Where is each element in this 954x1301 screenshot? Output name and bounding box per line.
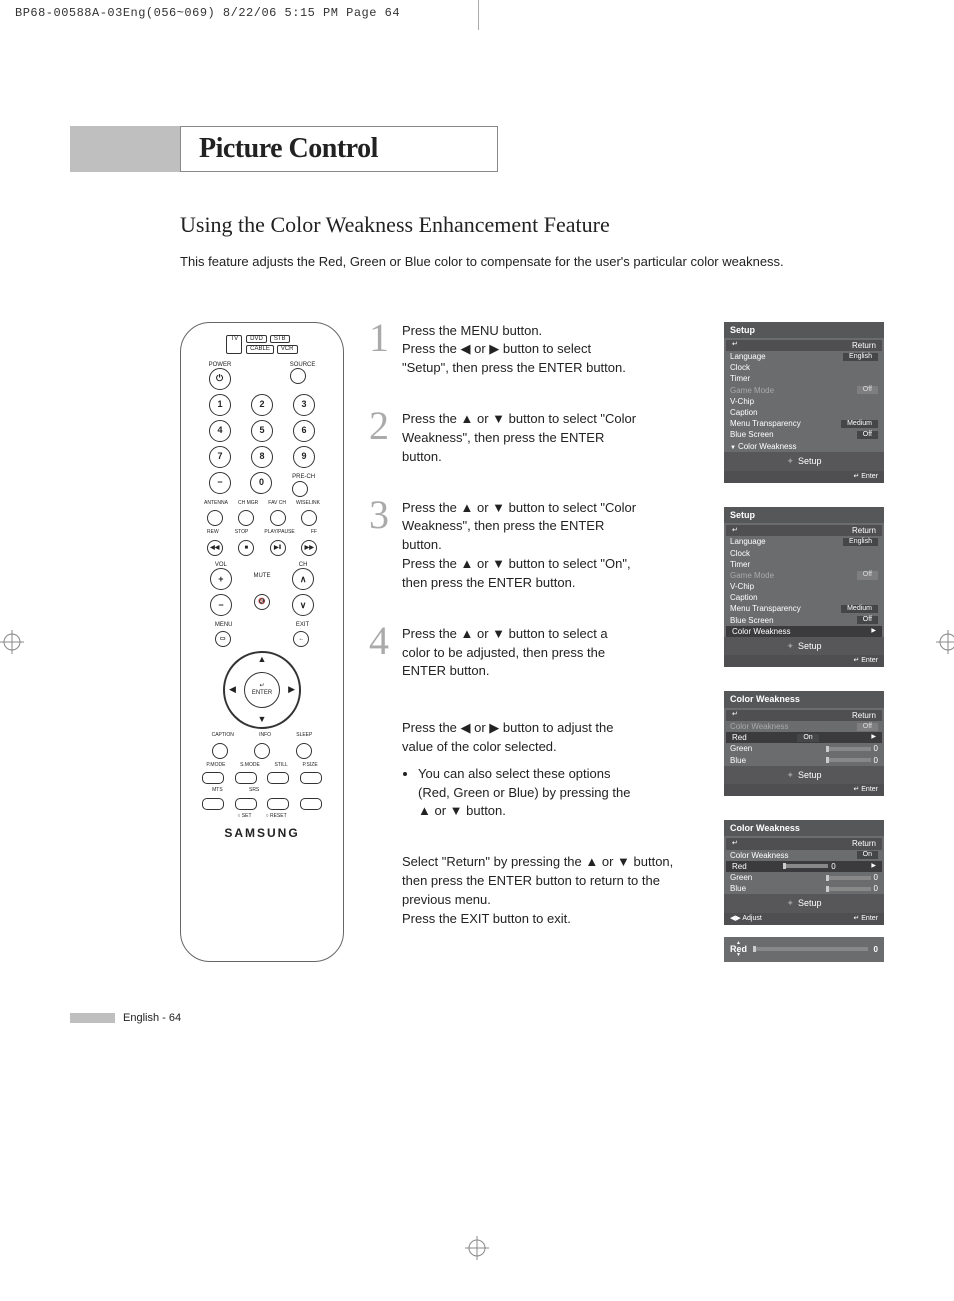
step-1: 1Press the MENU button.Press the ◀ or ▶ … [369,322,699,379]
chapter-title-bar: Picture Control [70,126,884,172]
osd-color-weakness-2: Color WeaknessReturnColor WeaknessOnRed0… [724,820,884,925]
step-2: 2Press the ▲ or ▼ button to select "Colo… [369,410,699,467]
osd-setup-2: SetupReturnLanguageEnglishClockTimerGame… [724,507,884,668]
osd-column: SetupReturnLanguageEnglishClockTimerGame… [724,322,884,962]
osd-color-weakness-1: Color WeaknessReturnColor WeaknessOffRed… [724,691,884,796]
red-adjust-bar: ▲Red▼ 0 [724,937,884,962]
remote-illustration: TV DVDSTB CABLEVCR POWER⏻ SOURCE 123 456… [180,322,344,962]
intro-text: This feature adjusts the Red, Green or B… [180,252,884,272]
chapter-title: Picture Control [199,133,378,164]
section-title: Using the Color Weakness Enhancement Fea… [180,212,884,238]
step-3: 3Press the ▲ or ▼ button to select "Colo… [369,499,699,593]
footer-note: Select "Return" by pressing the ▲ or ▼ b… [402,853,699,928]
register-mark-bottom [465,1236,489,1260]
osd-setup-1: SetupReturnLanguageEnglishClockTimerGame… [724,322,884,483]
crop-header: BP68-00588A-03Eng(056~069) 8/22/06 5:15 … [0,0,954,26]
steps-column: 1Press the MENU button.Press the ◀ or ▶ … [369,322,699,962]
page-footer: English - 64 [70,1012,884,1024]
step-4: 4Press the ▲ or ▼ button to select a col… [369,625,699,821]
